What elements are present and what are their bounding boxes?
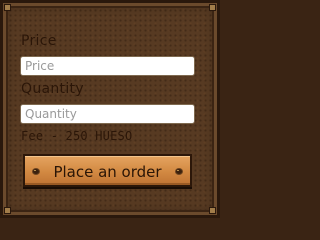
panel-corner-bottom-left <box>4 207 11 214</box>
price-input[interactable] <box>20 56 195 76</box>
place-order-button-label: Place an order <box>53 163 162 181</box>
panel-corner-top-right <box>209 4 216 11</box>
quantity-input[interactable] <box>20 104 195 124</box>
order-panel: Price Quantity Fee - 250 HUESO Place an … <box>0 0 220 218</box>
panel-corner-bottom-right <box>209 207 216 214</box>
fee-text: Fee - 250 HUESO <box>21 129 133 143</box>
place-order-button[interactable]: Place an order <box>23 154 192 187</box>
price-label: Price <box>21 33 57 49</box>
panel-corner-top-left <box>4 4 11 11</box>
rivet-right-icon <box>175 168 183 175</box>
quantity-label: Quantity <box>21 81 84 97</box>
